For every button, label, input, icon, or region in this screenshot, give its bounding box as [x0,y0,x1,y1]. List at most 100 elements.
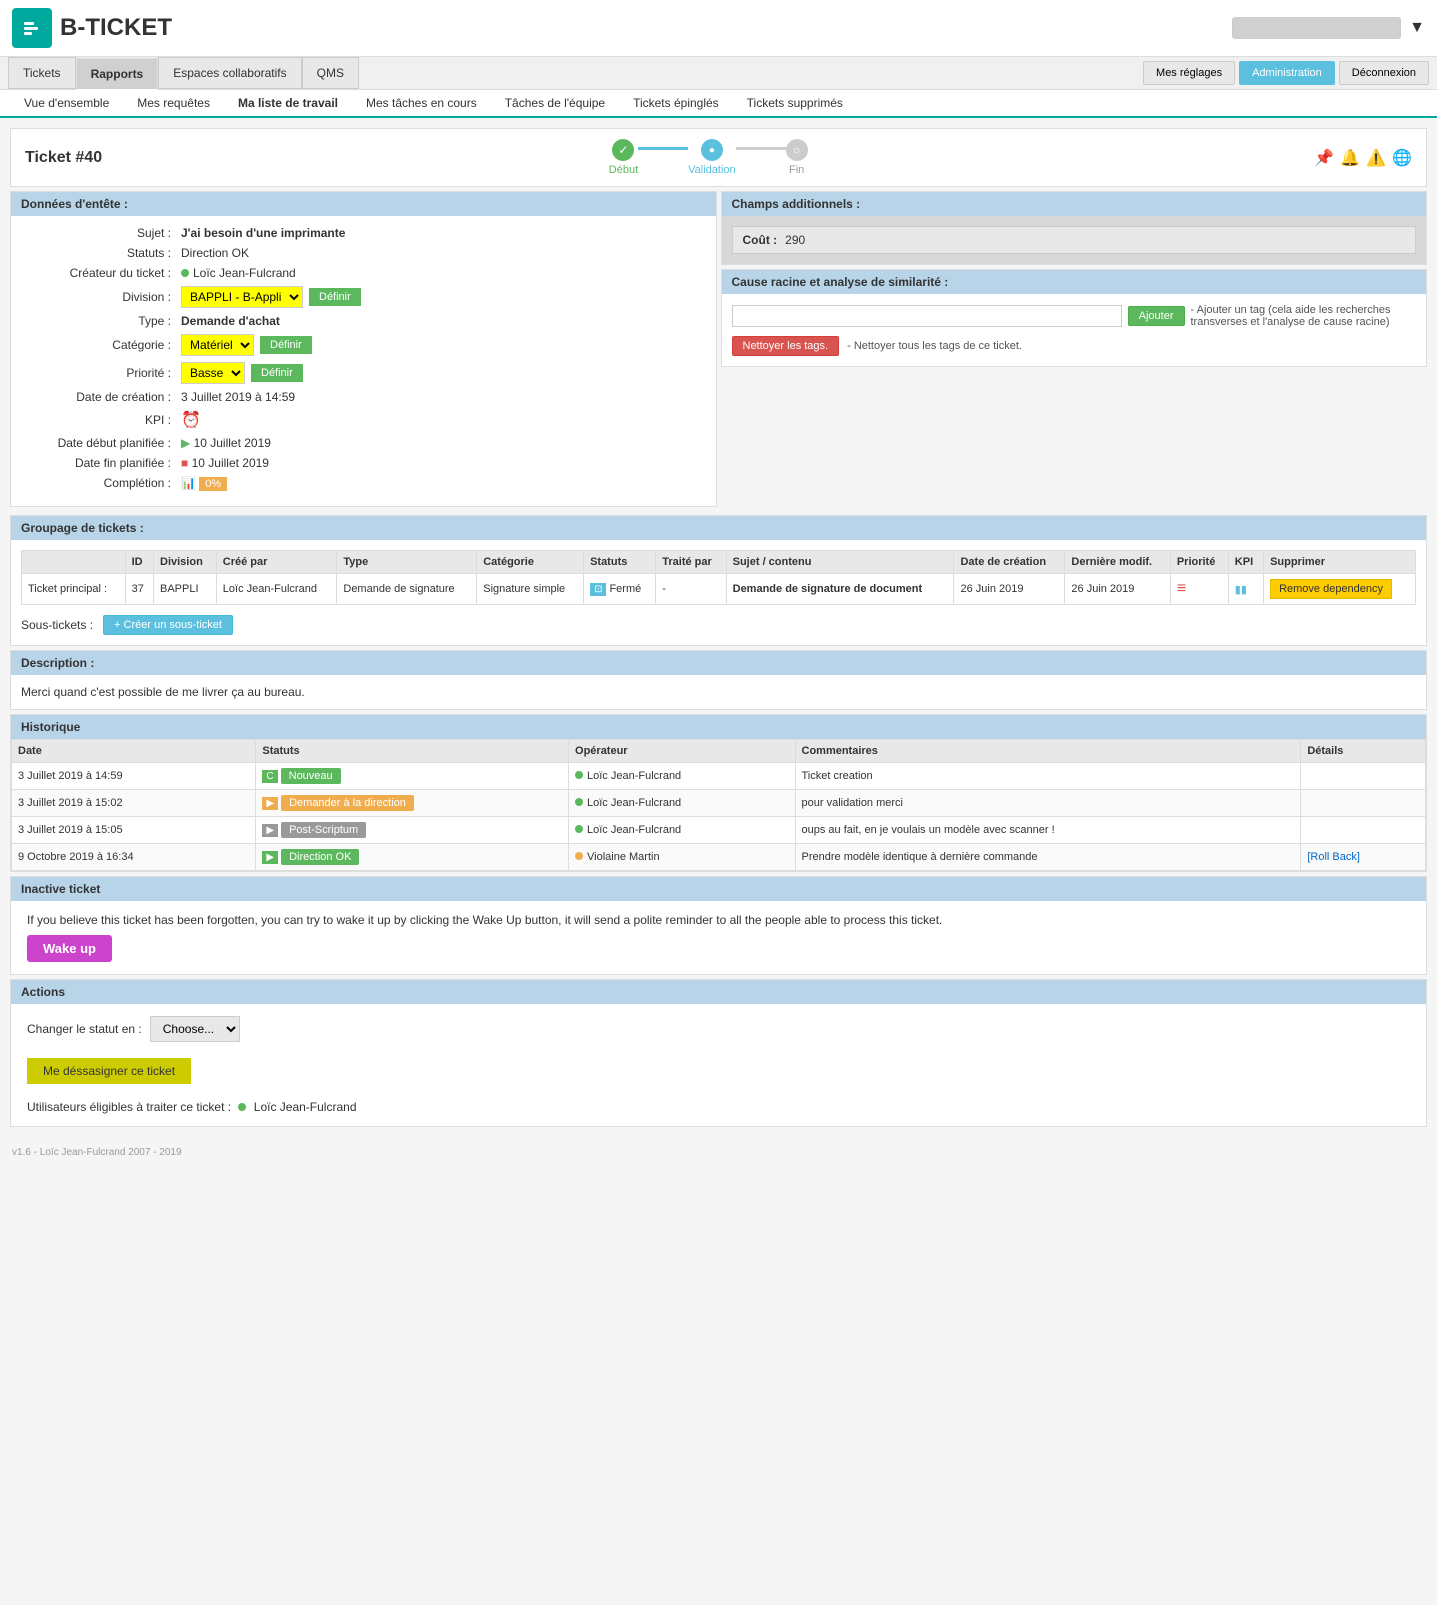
statuts-text: Fermé [609,583,641,595]
actions-section: Actions Changer le statut en : Choose...… [10,979,1427,1127]
priorite-select[interactable]: Basse [181,362,245,384]
groupage-section: Groupage de tickets : ID Division Créé p… [10,515,1427,646]
groupage-header: Groupage de tickets : [11,516,1426,540]
description-section: Description : Merci quand c'est possible… [10,650,1427,710]
date-fin-label: Date fin planifiée : [21,456,181,470]
nav-item-espaces[interactable]: Espaces collaboratifs [158,57,301,89]
search-input[interactable] [1232,17,1401,39]
date-creation-value: 3 Juillet 2019 à 14:59 [181,390,706,404]
date-debut-row: Date début planifiée : ▶ 10 Juillet 2019 [21,436,706,450]
subnav-vue-ensemble[interactable]: Vue d'ensemble [12,90,121,116]
hist-comment-2: pour validation merci [795,790,1301,817]
categorie-value: Matériel Définir [181,334,706,356]
subnav-taches-equipe[interactable]: Tâches de l'équipe [493,90,617,116]
priorite-cell: ≡ [1170,574,1228,605]
priorite-define-button[interactable]: Définir [251,364,303,382]
app-title: B-TICKET [60,14,172,42]
wake-up-button[interactable]: Wake up [27,935,112,962]
ajouter-hint: - Ajouter un tag (cela aide les recherch… [1191,304,1417,328]
th-categorie: Catégorie [477,551,584,574]
warning-icon[interactable]: ⚠️ [1366,148,1386,168]
division-define-button[interactable]: Définir [309,288,361,306]
ticket-header: Ticket #40 ✓ Début ● Validation ○ Fin 📌 … [10,128,1427,187]
ticket-title: Ticket #40 [25,149,102,167]
subnav-tickets-epingles[interactable]: Tickets épinglés [621,90,731,116]
hist-th-commentaires: Commentaires [795,740,1301,763]
remove-dependency-button[interactable]: Remove dependency [1270,579,1392,599]
step-debut-label: Début [609,164,638,176]
categorie-select[interactable]: Matériel [181,334,254,356]
footer-text: v1.6 - Loïc Jean-Fulcrand 2007 - 2019 [12,1147,182,1158]
deassign-button[interactable]: Me déssasigner ce ticket [27,1058,191,1084]
th-date-creation: Date de création [954,551,1065,574]
cause-racine-header: Cause racine et analyse de similarité : [722,270,1427,294]
hist-op-4: Violaine Martin [569,844,795,871]
donnees-entete-body: Sujet : J'ai besoin d'une imprimante Sta… [11,216,716,506]
createur-row: Créateur du ticket : Loïc Jean-Fulcrand [21,266,706,280]
th-type: Type [337,551,477,574]
tag-input[interactable] [732,305,1122,327]
cause-racine-section: Cause racine et analyse de similarité : … [721,269,1428,367]
filter-icon[interactable]: ▼ [1409,19,1425,37]
th-cree-par: Créé par [216,551,337,574]
main-nav: Tickets Rapports Espaces collaboratifs Q… [0,57,1437,90]
sujet-value: J'ai besoin d'une imprimante [181,226,706,240]
th-traite-par: Traité par [656,551,726,574]
type-label: Type : [21,314,181,328]
priorite-label: Priorité : [21,366,181,380]
hist-op-3: Loïc Jean-Fulcrand [569,817,795,844]
administration-button[interactable]: Administration [1239,61,1335,85]
subnav-mes-taches[interactable]: Mes tâches en cours [354,90,489,116]
pin-icon[interactable]: 📌 [1314,148,1334,168]
hist-statut-3: ▶ Post-Scriptum [256,817,569,844]
subnav-ma-liste-travail[interactable]: Ma liste de travail [226,90,350,118]
inactive-ticket-message: If you believe this ticket has been forg… [27,913,1410,927]
date-creation-row: Date de création : 3 Juillet 2019 à 14:5… [21,390,706,404]
completion-value: 📊 0% [181,476,706,490]
bell-icon[interactable]: 🔔 [1340,148,1360,168]
th-statuts: Statuts [584,551,656,574]
ajouter-tag-button[interactable]: Ajouter [1128,306,1185,326]
statuts-row: Statuts : Direction OK [21,246,706,260]
th-ticket-principal [22,551,126,574]
nav-item-rapports[interactable]: Rapports [76,58,159,90]
statut-choose-select[interactable]: Choose... [150,1016,240,1042]
subnav-mes-requetes[interactable]: Mes requêtes [125,90,222,116]
sujet-label: Sujet : [21,226,181,240]
hist-op-1: Loïc Jean-Fulcrand [569,763,795,790]
mes-reglages-button[interactable]: Mes réglages [1143,61,1235,85]
deconnexion-button[interactable]: Déconnexion [1339,61,1429,85]
right-col: Champs additionnels : Coût : 290 Cause r… [721,191,1428,511]
sous-tickets-row: Sous-tickets : + Créer un sous-ticket [21,615,1416,635]
supprimer-cell: Remove dependency [1264,574,1416,605]
cree-par-cell: Loïc Jean-Fulcrand [216,574,337,605]
creer-sous-ticket-button[interactable]: + Créer un sous-ticket [103,615,233,635]
groupage-table: ID Division Créé par Type Catégorie Stat… [21,550,1416,605]
nav-item-tickets[interactable]: Tickets [8,57,76,89]
division-select[interactable]: BAPPLI - B-Appli [181,286,303,308]
kpi-row: KPI : ⏰ [21,410,706,430]
actions-header: Actions [11,980,1426,1004]
champs-additionnels-section: Champs additionnels : Coût : 290 [721,191,1428,265]
categorie-row: Catégorie : Matériel Définir [21,334,706,356]
categorie-define-button[interactable]: Définir [260,336,312,354]
division-cell: BAPPLI [154,574,217,605]
cause-racine-body: Ajouter - Ajouter un tag (cela aide les … [722,294,1427,366]
nav-item-qms[interactable]: QMS [302,57,359,89]
logo-icon [12,8,52,48]
nettoyer-tags-button[interactable]: Nettoyer les tags. [732,336,840,356]
groupage-body: ID Division Créé par Type Catégorie Stat… [11,540,1426,645]
hist-details-2 [1301,790,1426,817]
cout-value: 290 [785,233,805,247]
hist-statut-badge-4: Direction OK [281,849,359,865]
hist-statut-badge-2: Demander à la direction [281,795,414,811]
eligible-row: Utilisateurs éligibles à traiter ce tick… [27,1100,1410,1114]
subnav-tickets-supprimes[interactable]: Tickets supprimés [735,90,855,116]
date-debut-label: Date début planifiée : [21,436,181,450]
step-debut-circle: ✓ [612,139,634,161]
globe-icon[interactable]: 🌐 [1392,148,1412,168]
table-row: Ticket principal : 37 BAPPLI Loïc Jean-F… [22,574,1416,605]
th-supprimer: Supprimer [1264,551,1416,574]
hist-statut-badge-1: Nouveau [281,768,341,784]
division-value: BAPPLI - B-Appli Définir [181,286,706,308]
